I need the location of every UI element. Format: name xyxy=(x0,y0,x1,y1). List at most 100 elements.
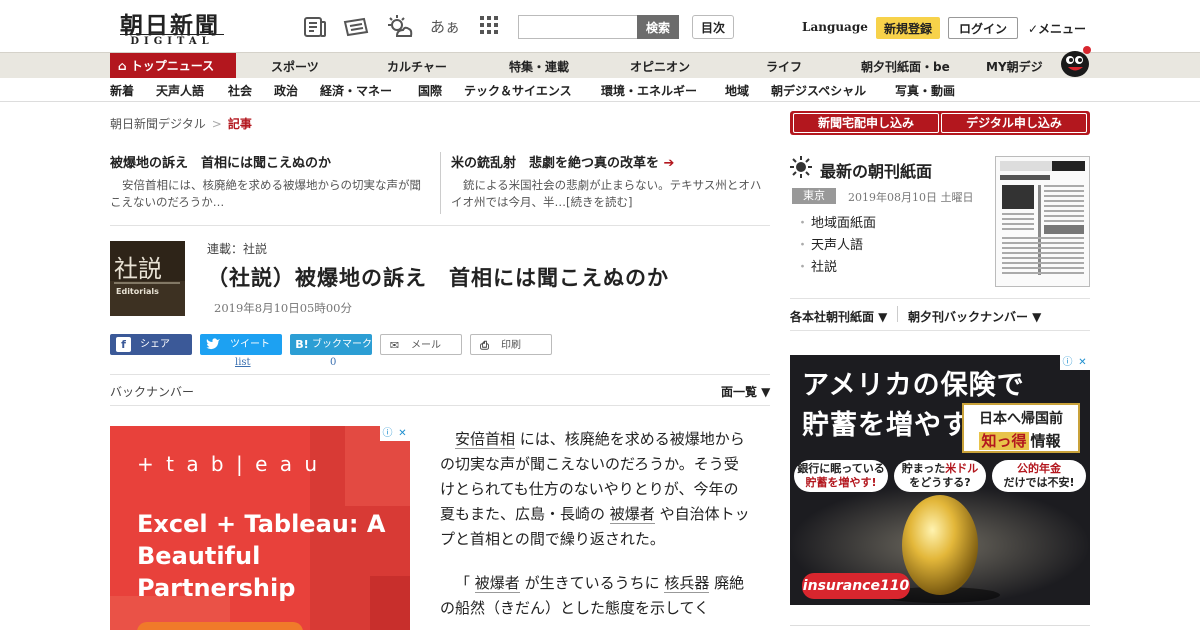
nav-photo-video[interactable]: 写真・動画 xyxy=(895,82,955,99)
keyword-link[interactable]: 安倍首相 xyxy=(455,430,516,449)
mail-share-button[interactable]: ✉ メール xyxy=(380,334,462,355)
callout-highlight: 知っ得 xyxy=(979,432,1029,450)
ad-info-icon[interactable]: ⓘ xyxy=(380,426,395,441)
nav-region[interactable]: 地域 xyxy=(725,82,749,99)
nav-my-asadigi[interactable]: MY朝デジ xyxy=(986,58,1043,75)
search-input[interactable] xyxy=(518,15,638,39)
link-separator xyxy=(897,306,898,322)
breadcrumb: 朝日新聞デジタル > 記事 xyxy=(110,115,252,132)
hatena-bookmark-button[interactable]: B! ブックマーク xyxy=(290,334,372,355)
subscribe-digital-button[interactable]: デジタル申し込み xyxy=(941,113,1087,133)
insurance-ad[interactable]: アメリカの保険で 貯蓄を増やす 日本へ帰国前 知っ得 情報 銀行に眠っている 貯蓄… xyxy=(790,355,1090,605)
morning-paper-date: 2019年08月10日 土曜日 xyxy=(848,191,974,204)
font-size-toggle[interactable]: あぁ xyxy=(430,14,460,40)
ad-info-icon[interactable]: ⓘ xyxy=(1060,355,1075,370)
mascot-icon[interactable] xyxy=(1056,44,1092,78)
paragraph-text: 「 xyxy=(455,574,475,592)
nav-tensei[interactable]: 天声人語 xyxy=(156,82,204,99)
list-item[interactable]: 社説 xyxy=(796,257,876,279)
ad-close-icon[interactable]: ✕ xyxy=(395,426,410,441)
language-link[interactable]: Language xyxy=(802,20,868,34)
mail-icon: ✉ xyxy=(389,339,400,352)
nav-tech-science[interactable]: テック＆サイエンス xyxy=(464,82,572,99)
paragraph-text: が生きているうちに xyxy=(519,574,665,592)
editorial-image-kanji: 社説 xyxy=(114,255,162,283)
weather-icon[interactable] xyxy=(385,14,413,40)
print-button[interactable]: ⎙ 印刷 xyxy=(470,334,552,355)
print-label: 印刷 xyxy=(501,340,521,351)
tableau-ad[interactable]: + t a b | e a u Excel + Tableau: A Beaut… xyxy=(110,426,410,630)
nav-opinion[interactable]: オピニオン xyxy=(630,58,690,75)
subscribe-bar: 新聞宅配申し込み デジタル申し込み xyxy=(790,111,1090,135)
nav-economy[interactable]: 経済・マネー xyxy=(320,82,392,99)
sun-icon xyxy=(790,156,812,178)
tableau-logo: + t a b | e a u xyxy=(137,452,321,476)
login-button[interactable]: ログイン xyxy=(948,17,1018,39)
bubble-text: 銀行に眠っている xyxy=(797,462,885,475)
nav-top-news[interactable]: ⌂ トップニュース xyxy=(110,53,236,79)
site-header: 朝日新聞 DIGITAL あぁ 検索 目次 Language 新規登録 ログイン… xyxy=(0,0,1200,52)
nav-international[interactable]: 国際 xyxy=(418,82,442,99)
nav-life[interactable]: ライフ xyxy=(766,58,802,75)
nav-sports[interactable]: スポーツ xyxy=(271,58,319,75)
menu-link[interactable]: ✓メニュー xyxy=(1028,20,1086,37)
related-divider xyxy=(440,152,441,214)
back-number-label[interactable]: バックナンバー xyxy=(110,383,194,400)
series-label[interactable]: 連載：社説 xyxy=(207,240,267,257)
nav-paper-be[interactable]: 朝夕刊紙面・be xyxy=(861,58,950,75)
divider xyxy=(110,405,770,406)
twitter-count[interactable]: list xyxy=(235,357,251,368)
breadcrumb-root[interactable]: 朝日新聞デジタル xyxy=(110,117,206,131)
keyword-link[interactable]: 核兵器 xyxy=(664,574,710,593)
list-item[interactable]: 地域面紙面 xyxy=(796,213,876,235)
hatena-bookmark-label: ブックマーク xyxy=(312,339,372,350)
keyword-link[interactable]: 被爆者 xyxy=(474,574,520,593)
register-button[interactable]: 新規登録 xyxy=(876,17,940,39)
toc-button[interactable]: 目次 xyxy=(692,15,734,39)
list-item[interactable]: 天声人語 xyxy=(796,235,876,257)
search-button[interactable]: 検索 xyxy=(637,15,679,39)
newspaper-icon[interactable] xyxy=(302,14,328,40)
facebook-share-button[interactable]: f シェア xyxy=(110,334,192,355)
nav-features[interactable]: 特集・連載 xyxy=(509,58,569,75)
insurance-ad-title-1: アメリカの保険で xyxy=(802,370,1025,401)
primary-nav: ⌂ トップニュース スポーツ カルチャー 特集・連載 オピニオン ライフ 朝夕刊… xyxy=(0,52,1200,79)
nav-latest[interactable]: 新着 xyxy=(110,82,134,99)
bubble-text: 米ドル xyxy=(945,462,979,475)
back-issues-dropdown[interactable]: 朝夕刊バックナンバー ▼ xyxy=(908,308,1041,325)
regional-editions-dropdown[interactable]: 各本社朝刊紙面 ▼ xyxy=(790,308,887,325)
subscribe-paper-button[interactable]: 新聞宅配申し込み xyxy=(793,113,939,133)
related-title[interactable]: 被爆地の訴え 首相には聞こえぬのか xyxy=(110,152,430,171)
tableau-ad-headline: Excel + Tableau: A Beautiful Partnership xyxy=(137,510,386,602)
hatena-count: 0 xyxy=(330,357,337,368)
twitter-share-button[interactable]: ツイート xyxy=(200,334,282,355)
ad-close-icon[interactable]: ✕ xyxy=(1075,355,1090,370)
article-date: 2019年8月10日05時00分 xyxy=(214,301,352,315)
newspaper-thumbnail[interactable] xyxy=(995,156,1090,287)
morning-paper-title[interactable]: 最新の朝刊紙面 xyxy=(820,158,932,182)
asahi-digital-logo[interactable]: 朝日新聞 DIGITAL xyxy=(112,6,228,48)
mail-share-label: メール xyxy=(411,340,441,351)
bubble-text: 貯蓄を増やす! xyxy=(805,476,877,489)
insurance-ad-title-2: 貯蓄を増やす xyxy=(802,410,970,441)
insurance110-logo: insurance110 xyxy=(802,573,910,599)
nav-society[interactable]: 社会 xyxy=(228,82,252,99)
nav-special[interactable]: 朝デジスペシャル xyxy=(771,82,866,99)
related-article-1[interactable]: 被爆地の訴え 首相には聞こえぬのか 安倍首相には、核廃絶を求める被爆地からの切実… xyxy=(110,152,430,211)
nav-environment[interactable]: 環境・エネルギー xyxy=(601,82,697,99)
bubble-text: 公的年金 xyxy=(1017,462,1061,475)
hatena-icon: B! xyxy=(295,338,309,351)
nav-culture[interactable]: カルチャー xyxy=(387,58,447,75)
article-headline: （社説）被爆地の訴え 首相には聞こえぬのか xyxy=(207,266,669,290)
insurance-ad-callout: 日本へ帰国前 知っ得 情報 xyxy=(962,403,1080,453)
list-dropdown[interactable]: 面一覧 ▼ xyxy=(721,383,770,400)
related-title[interactable]: 米の銃乱射 悲劇を絶つ真の改革を ➔ xyxy=(451,152,771,171)
scrap-icon[interactable] xyxy=(342,14,369,40)
article-paragraph: 安倍首相 には、核廃絶を求める被爆地からの切実な声が聞こえないのだろうか。そう受… xyxy=(440,427,750,552)
keyword-link[interactable]: 被爆者 xyxy=(609,505,655,524)
facebook-icon: f xyxy=(116,337,131,352)
nav-politics[interactable]: 政治 xyxy=(274,82,298,99)
secondary-nav: 新着 天声人語 社会 政治 経済・マネー 国際 テック＆サイエンス 環境・エネル… xyxy=(0,78,1200,102)
grid-menu-icon[interactable] xyxy=(476,14,502,40)
related-article-2[interactable]: 米の銃乱射 悲劇を絶つ真の改革を ➔ 銃による米国社会の悲劇が止まらない。テキサ… xyxy=(451,152,771,211)
